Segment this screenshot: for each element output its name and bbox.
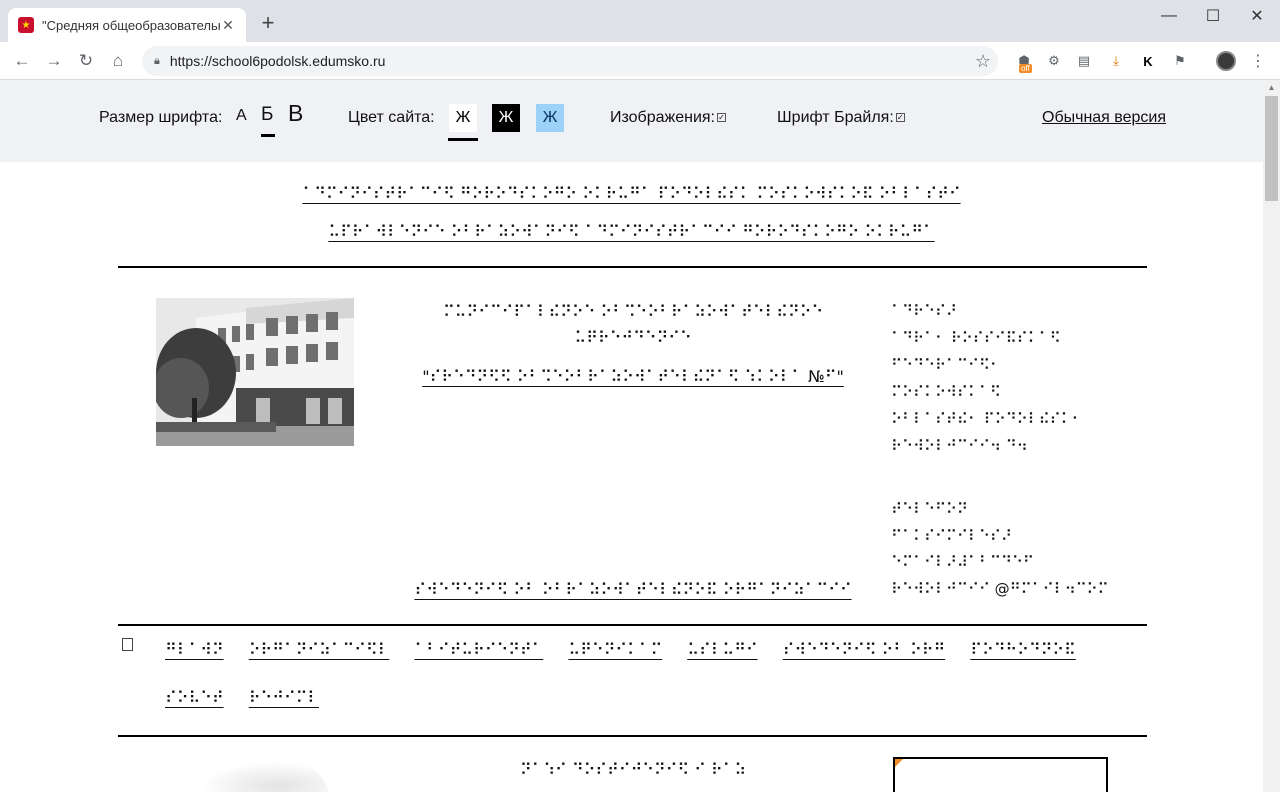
home-icon[interactable]: ⌂	[106, 49, 130, 73]
main-menu-row2: ⠎⠕⠧⠑⠞ ⠗⠑⠚⠊⠍⠇	[165, 688, 1125, 707]
menu-item-more[interactable]: ⠏⠕⠙⠓⠕⠙⠝⠕⠯	[970, 640, 1075, 659]
address-line-3: ⠍⠕⠎⠅⠕⠺⠎⠅⠁⠫	[891, 383, 1001, 401]
menu-item-students[interactable]: ⠥⠟⠑⠝⠊⠅⠁⠍	[568, 640, 662, 659]
side-widget-box[interactable]	[893, 757, 1108, 792]
tab-title: "Средняя общеобразовательна	[42, 17, 220, 33]
images-toggle[interactable]: Изображения: ✓	[610, 109, 726, 127]
address-line-4: ⠕⠃⠇⠁⠎⠞⠮⠂ ⠏⠕⠙⠕⠇⠮⠎⠅⠂	[891, 410, 1083, 428]
color-white-button[interactable]: Ж	[449, 104, 477, 132]
school-name-line2: ⠥⠟⠗⠑⠚⠙⠑⠝⠊⠑	[574, 328, 692, 347]
browser-toolbar: ← → ↻ ⌂ 🔒︎ https://school6podolsk.edumsk…	[0, 42, 1280, 80]
profile-avatar[interactable]	[1216, 51, 1236, 71]
school-building-photo	[156, 298, 354, 446]
page-scrollbar[interactable]: ▲	[1263, 80, 1280, 792]
font-size-large-button[interactable]: В	[288, 100, 303, 127]
site-color-label: Цвет сайта:	[348, 109, 435, 126]
normal-version-link[interactable]: Обычная версия	[1042, 109, 1166, 127]
site-title-line1[interactable]: ⠁⠙⠍⠊⠝⠊⠎⠞⠗⠁⠉⠊⠫ ⠛⠕⠗⠕⠙⠎⠅⠕⠛⠕ ⠕⠅⠗⠥⠛⠁ ⠏⠕⠙⠕⠇⠮⠎⠅…	[0, 184, 1263, 203]
menu-item-schedule[interactable]: ⠗⠑⠚⠊⠍⠇	[249, 688, 319, 707]
bookmark-star-icon[interactable]: ☆	[968, 51, 998, 72]
site-title-line2[interactable]: ⠥⠏⠗⠁⠺⠇⠑⠝⠊⠑ ⠕⠃⠗⠁⠵⠕⠺⠁⠝⠊⠫ ⠁⠙⠍⠊⠝⠊⠎⠞⠗⠁⠉⠊⠊ ⠛⠕⠗…	[0, 222, 1263, 241]
scrollbar-thumb[interactable]	[1265, 96, 1278, 201]
address-line-2: ⠋⠑⠙⠑⠗⠁⠉⠊⠫⠂	[891, 356, 1001, 374]
widget-corner-marker	[895, 759, 903, 767]
new-tab-button[interactable]: +	[256, 12, 280, 36]
browser-menu-icon[interactable]: ⋮	[1248, 51, 1268, 71]
school-name-line1: ⠍⠥⠝⠊⠉⠊⠏⠁⠇⠮⠝⠕⠑ ⠕⠃⠩⠑⠕⠃⠗⠁⠵⠕⠺⠁⠞⠑⠇⠮⠝⠕⠑	[442, 302, 824, 321]
browser-tab-strip: ★ "Средняя общеобразовательна ✕ + — ☐ ✕	[0, 0, 1280, 42]
address-bar-url[interactable]: https://school6podolsk.edumsko.ru	[170, 53, 968, 69]
menu-item-organization[interactable]: ⠕⠗⠛⠁⠝⠊⠵⠁⠉⠊⠫⠇	[249, 640, 390, 659]
window-close-button[interactable]: ✕	[1234, 0, 1280, 32]
address-line-1: ⠁⠙⠗⠁⠂ ⠗⠕⠎⠎⠊⠯⠎⠅⠁⠫	[891, 329, 1061, 347]
extension-k-icon[interactable]: K	[1138, 51, 1158, 71]
menu-item-applicants[interactable]: ⠁⠃⠊⠞⠥⠗⠊⠑⠝⠞⠁	[414, 640, 543, 659]
news-heading: ⠝⠁⠱⠊ ⠙⠕⠎⠞⠊⠚⠑⠝⠊⠫ ⠊ ⠗⠁⠵	[519, 760, 747, 779]
contact-line-0: ⠞⠑⠇⠑⠋⠕⠝	[891, 500, 968, 518]
menu-item-home[interactable]: ⠛⠇⠁⠺⠝	[165, 640, 224, 659]
menu-item-advice[interactable]: ⠎⠕⠧⠑⠞	[165, 688, 224, 707]
menu-toggle-icon[interactable]	[122, 638, 133, 651]
window-minimize-button[interactable]: —	[1146, 0, 1192, 32]
extension-bookmark-icon[interactable]: ⚑	[1170, 51, 1190, 71]
browser-tab-active[interactable]: ★ "Средняя общеобразовательна ✕	[8, 8, 246, 42]
contact-email[interactable]: ⠗⠑⠺⠕⠇⠚⠉⠊⠊ @⠛⠍⠁⠊⠇⠲⠉⠕⠍	[891, 580, 1109, 598]
images-label: Изображения:	[610, 109, 715, 126]
reload-icon[interactable]: ↻	[74, 49, 98, 73]
contact-line-1: ⠋⠁⠅⠎⠊⠍⠊⠇⠑⠎⠜	[891, 527, 1012, 545]
organization-info-link[interactable]: ⠎⠺⠑⠙⠑⠝⠊⠫ ⠕⠃ ⠕⠃⠗⠁⠵⠕⠺⠁⠞⠑⠇⠮⠝⠕⠯ ⠕⠗⠛⠁⠝⠊⠵⠁⠉⠊⠊	[414, 580, 851, 599]
address-bar[interactable]: 🔒︎ https://school6podolsk.edumsko.ru ☆	[142, 46, 998, 76]
school-name-link[interactable]: "⠎⠗⠑⠙⠝⠫⠫ ⠕⠃⠩⠑⠕⠃⠗⠁⠵⠕⠺⠁⠞⠑⠇⠮⠝⠁⠫ ⠱⠅⠕⠇⠁ №⠋"	[422, 367, 844, 386]
braille-toggle[interactable]: Шрифт Брайля: ✓	[777, 109, 905, 127]
school-name-link-wrapper[interactable]: "⠎⠗⠑⠙⠝⠫⠫ ⠕⠃⠩⠑⠕⠃⠗⠁⠵⠕⠺⠁⠞⠑⠇⠮⠝⠁⠫ ⠱⠅⠕⠇⠁ №⠋"	[400, 367, 866, 386]
forward-icon[interactable]: →	[42, 49, 66, 73]
color-blue-button[interactable]: Ж	[536, 104, 564, 132]
menu-item-org-info[interactable]: ⠎⠺⠑⠙⠑⠝⠊⠫ ⠕⠃ ⠕⠗⠛	[783, 640, 946, 659]
contact-line-2: ⠑⠍⠁⠊⠇⠜⠼⠁⠃⠉⠙⠑⠋	[891, 553, 1034, 571]
organization-info-wrapper[interactable]: ⠎⠺⠑⠙⠑⠝⠊⠫ ⠕⠃ ⠕⠃⠗⠁⠵⠕⠺⠁⠞⠑⠇⠮⠝⠕⠯ ⠕⠗⠛⠁⠝⠊⠵⠁⠉⠊⠊	[395, 580, 871, 599]
extension-pdf-icon[interactable]: ▤	[1074, 51, 1094, 71]
back-icon[interactable]: ←	[10, 49, 34, 73]
font-size-medium-button[interactable]: Б	[261, 104, 273, 126]
address-line-0: ⠁⠙⠗⠑⠎⠜	[891, 302, 957, 320]
scroll-up-arrow-icon[interactable]: ▲	[1263, 80, 1280, 96]
main-menu-row1: ⠛⠇⠁⠺⠝ ⠕⠗⠛⠁⠝⠊⠵⠁⠉⠊⠫⠇ ⠁⠃⠊⠞⠥⠗⠊⠑⠝⠞⠁ ⠥⠟⠑⠝⠊⠅⠁⠍ …	[165, 640, 1125, 659]
font-size-small-button[interactable]: А	[236, 107, 247, 125]
color-black-button[interactable]: Ж	[492, 104, 520, 132]
address-line-5: ⠗⠑⠺⠕⠇⠚⠉⠊⠊⠲ ⠙⠲	[891, 437, 1028, 455]
lock-icon: 🔒︎	[154, 54, 160, 67]
braille-label: Шрифт Брайля:	[777, 109, 894, 126]
extension-off-badge: off	[1019, 64, 1032, 73]
images-checkbox[interactable]: ✓	[717, 113, 726, 122]
director-portrait	[200, 762, 330, 792]
extension-gear-icon[interactable]: ⚙	[1044, 51, 1064, 71]
accessibility-panel: Размер шрифта: А Б В Цвет сайта: Ж Ж Ж И…	[0, 80, 1263, 162]
site-favicon-icon: ★	[18, 17, 34, 33]
divider-top	[118, 266, 1147, 268]
font-size-active-indicator	[261, 134, 275, 137]
page-viewport: Размер шрифта: А Б В Цвет сайта: Ж Ж Ж И…	[0, 80, 1263, 792]
tab-close-icon[interactable]: ✕	[220, 17, 236, 34]
menu-item-services[interactable]: ⠥⠎⠇⠥⠛⠊	[687, 640, 757, 659]
divider-menu-top	[118, 624, 1147, 626]
window-maximize-button[interactable]: ☐	[1190, 0, 1236, 32]
divider-menu-bottom	[118, 735, 1147, 737]
braille-checkbox[interactable]: ✓	[895, 113, 905, 122]
color-active-indicator	[448, 138, 478, 141]
download-icon[interactable]: ⤓	[1106, 51, 1126, 71]
font-size-label: Размер шрифта:	[99, 109, 223, 126]
